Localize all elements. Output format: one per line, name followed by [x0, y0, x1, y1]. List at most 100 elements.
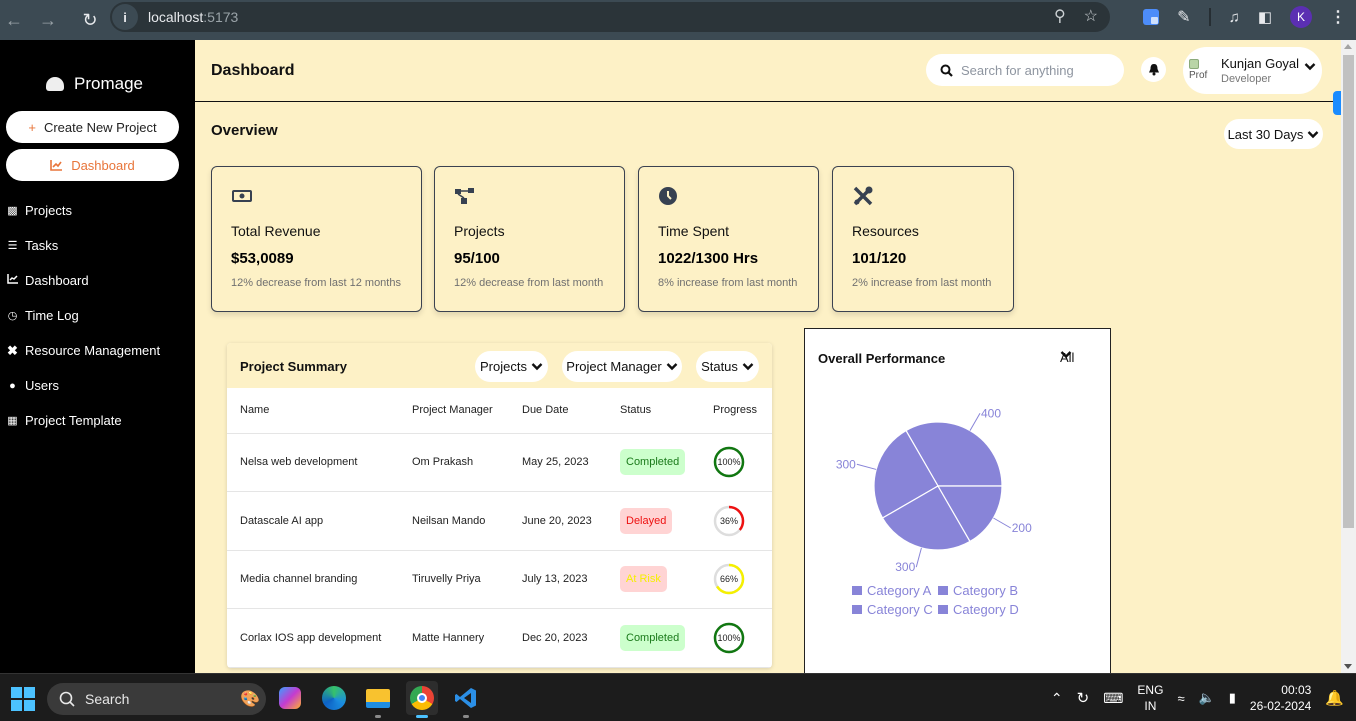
project-name: Nelsa web development	[227, 433, 399, 492]
browser-profile-avatar[interactable]: K	[1290, 6, 1312, 28]
project-name: Corlax IOS app development	[227, 608, 399, 668]
chevron-down-icon	[531, 363, 543, 371]
legend-item[interactable]: Category D	[953, 602, 1019, 617]
card-time-spent: Time Spent 1022/1300 Hrs 8% increase fro…	[638, 166, 819, 312]
progress-ring: 36%	[713, 505, 745, 537]
users-icon: ●	[9, 379, 16, 392]
sidebar: Promage + Create New Project Dashboard ▩…	[0, 40, 195, 673]
project-summary-panel: Project Summary Projects Project Manager…	[227, 343, 772, 668]
forward-button[interactable]: →	[34, 6, 62, 34]
due-date: Dec 20, 2023	[509, 608, 607, 668]
money-bill-icon	[232, 190, 252, 202]
copilot-icon[interactable]	[274, 681, 306, 715]
sidebar-item-project-template[interactable]: ▦ Project Template	[6, 403, 160, 438]
legend-swatch	[852, 586, 862, 595]
sidebar-item-dashboard[interactable]: Dashboard	[6, 263, 160, 298]
toolbar-divider	[1208, 8, 1211, 26]
zoom-icon[interactable]: ⚲	[1054, 6, 1066, 26]
create-new-project-button[interactable]: + Create New Project	[6, 111, 179, 143]
chart-line-icon	[50, 159, 63, 171]
legend-item[interactable]: Category C	[867, 602, 933, 617]
progress-ring: 66%	[713, 563, 745, 595]
file-explorer-icon[interactable]	[362, 681, 394, 718]
progress-label: 36%	[719, 515, 738, 526]
clock-date[interactable]: 00:03 26-02-2024	[1250, 682, 1311, 714]
show-hidden-icons-chevron[interactable]: ⌃	[1051, 690, 1063, 707]
extension-icon[interactable]	[1143, 9, 1160, 25]
vscode-icon[interactable]	[450, 681, 482, 718]
legend-swatch	[852, 605, 862, 614]
scroll-up-arrow[interactable]	[1344, 44, 1352, 49]
legend-swatch	[938, 605, 948, 614]
search-box[interactable]	[926, 54, 1124, 86]
floating-side-tab[interactable]	[1333, 91, 1341, 115]
dashboard-active-button[interactable]: Dashboard	[6, 149, 179, 181]
chevron-down-icon	[742, 363, 754, 371]
column-header-manager[interactable]: Project Manager	[399, 388, 509, 434]
table-row[interactable]: Datascale AI app Neilsan Mando June 20, 20…	[227, 491, 772, 551]
scroll-down-arrow[interactable]	[1344, 664, 1352, 669]
tools-icon: ✖	[7, 342, 18, 358]
brand-logo[interactable]: Promage	[46, 74, 143, 94]
due-date: June 20, 2023	[509, 491, 607, 551]
table-row[interactable]: Media channel branding Tiruvelly Priya Jul…	[227, 550, 772, 609]
side-panel-icon[interactable]: ◧	[1258, 8, 1272, 26]
user-profile-menu[interactable]: Prof Kunjan Goyal Developer	[1183, 47, 1322, 94]
due-date: July 13, 2023	[509, 550, 607, 609]
windows-start-icon[interactable]	[11, 687, 35, 711]
extensions-puzzle-icon[interactable]: ✎	[1177, 7, 1190, 27]
vertical-scrollbar[interactable]	[1341, 40, 1356, 673]
user-name: Kunjan Goyal	[1221, 56, 1300, 71]
sidebar-item-tasks[interactable]: ☰ Tasks	[6, 228, 160, 263]
back-button[interactable]: ←	[0, 6, 28, 34]
progress-label: 100%	[717, 457, 741, 468]
clock-icon	[659, 187, 677, 205]
holi-colors-icon: 🎨	[240, 691, 260, 708]
notifications-bell-icon[interactable]: 🔔	[1325, 689, 1344, 707]
scroll-thumb[interactable]	[1343, 55, 1354, 528]
column-header-name[interactable]: Name	[227, 388, 399, 434]
legend-item[interactable]: Category B	[953, 583, 1018, 598]
column-header-due-date[interactable]: Due Date	[509, 388, 607, 434]
volume-icon[interactable]: 🔈	[1199, 690, 1215, 706]
project-summary-title: Project Summary	[240, 359, 347, 374]
progress-label: 66%	[719, 574, 738, 585]
legend-item[interactable]: Category A	[867, 583, 932, 598]
column-header-status[interactable]: Status	[607, 388, 700, 434]
pie-data-label: 400	[981, 406, 1001, 420]
sidebar-item-projects[interactable]: ▩ Projects	[6, 193, 160, 228]
overview-heading: Overview	[211, 122, 278, 139]
filter-status-dropdown[interactable]: Status	[696, 351, 759, 382]
battery-icon[interactable]: ▮	[1229, 690, 1236, 706]
notification-bell-icon[interactable]	[1141, 57, 1166, 82]
sidebar-item-time-log[interactable]: ◷ Time Log	[6, 298, 160, 333]
sidebar-item-users[interactable]: ● Users	[6, 368, 160, 403]
sync-update-icon[interactable]: ↻	[1077, 689, 1090, 707]
search-input[interactable]	[961, 62, 1111, 78]
gauge-icon	[46, 77, 64, 91]
period-dropdown[interactable]: Last 30 Days	[1224, 119, 1323, 149]
reload-button[interactable]: ↻	[76, 6, 104, 34]
filter-project-manager-dropdown[interactable]: Project Manager	[562, 351, 682, 382]
pie-data-label: 300	[836, 457, 856, 471]
language-indicator[interactable]: ENG IN	[1137, 682, 1163, 714]
project-diagram-icon	[455, 188, 474, 204]
media-control-icon[interactable]: ♫	[1229, 9, 1240, 26]
keyboard-icon[interactable]: ⌨	[1103, 690, 1123, 707]
url-text[interactable]: localhost:5173	[148, 9, 238, 25]
status-badge: Completed	[620, 624, 686, 651]
progress-label: 100%	[717, 632, 741, 643]
browser-menu-icon[interactable]: ⋮	[1330, 7, 1346, 27]
table-row[interactable]: Nelsa web development Om Prakash May 25, 2…	[227, 433, 772, 492]
chrome-icon[interactable]	[406, 681, 438, 718]
bookmark-star-icon[interactable]: ☆	[1084, 6, 1098, 26]
wifi-icon[interactable]: ≈	[1177, 691, 1184, 706]
filter-projects-dropdown[interactable]: Projects	[475, 351, 548, 382]
address-bar[interactable]: i localhost:5173 ⚲ ☆	[110, 2, 1110, 32]
edge-icon[interactable]	[318, 681, 350, 715]
sidebar-item-resource-management[interactable]: ✖ Resource Management	[6, 333, 160, 368]
column-header-progress[interactable]: Progress	[700, 388, 772, 434]
table-row[interactable]: Corlax IOS app development Matte Hannery D…	[227, 608, 772, 668]
taskbar-search[interactable]: Search 🎨	[47, 683, 266, 715]
site-info-icon[interactable]: i	[112, 4, 138, 30]
